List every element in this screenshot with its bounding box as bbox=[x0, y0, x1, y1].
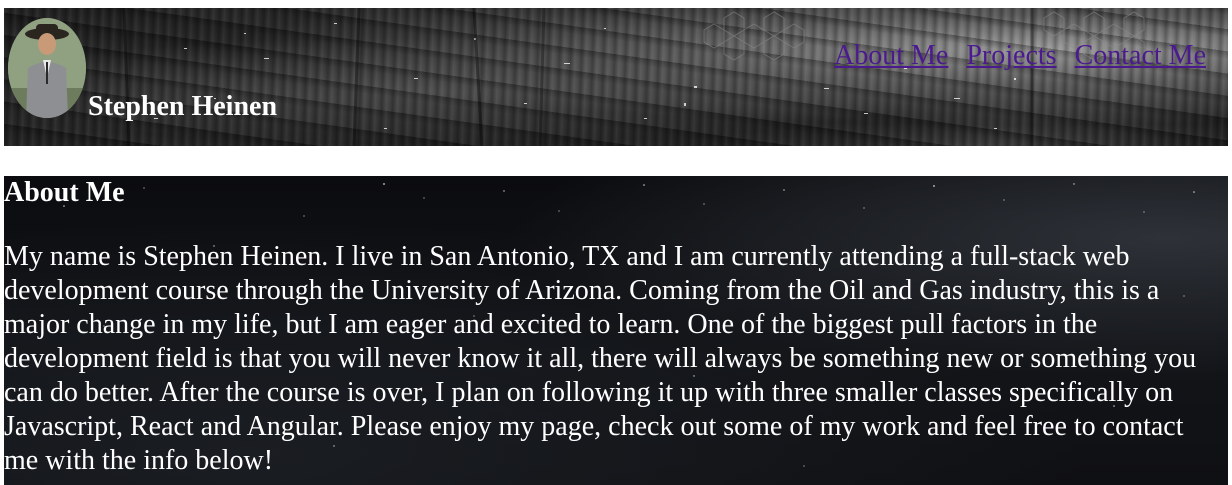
site-header: Stephen Heinen About Me Projects Contact… bbox=[4, 8, 1228, 146]
page: Stephen Heinen About Me Projects Contact… bbox=[0, 0, 1232, 485]
avatar-portrait bbox=[8, 18, 86, 118]
main-nav: About Me Projects Contact Me bbox=[834, 38, 1206, 74]
avatar bbox=[8, 18, 86, 118]
about-heading: About Me bbox=[4, 177, 125, 208]
about-section: About Me My name is Stephen Heinen. I li… bbox=[4, 176, 1228, 485]
nav-about-me-link[interactable]: About Me bbox=[834, 38, 948, 74]
about-paragraph: My name is Stephen Heinen. I live in San… bbox=[4, 241, 1197, 476]
nav-projects-link[interactable]: Projects bbox=[966, 38, 1056, 74]
site-name: Stephen Heinen bbox=[88, 91, 278, 122]
nav-contact-me-link[interactable]: Contact Me bbox=[1075, 38, 1206, 74]
